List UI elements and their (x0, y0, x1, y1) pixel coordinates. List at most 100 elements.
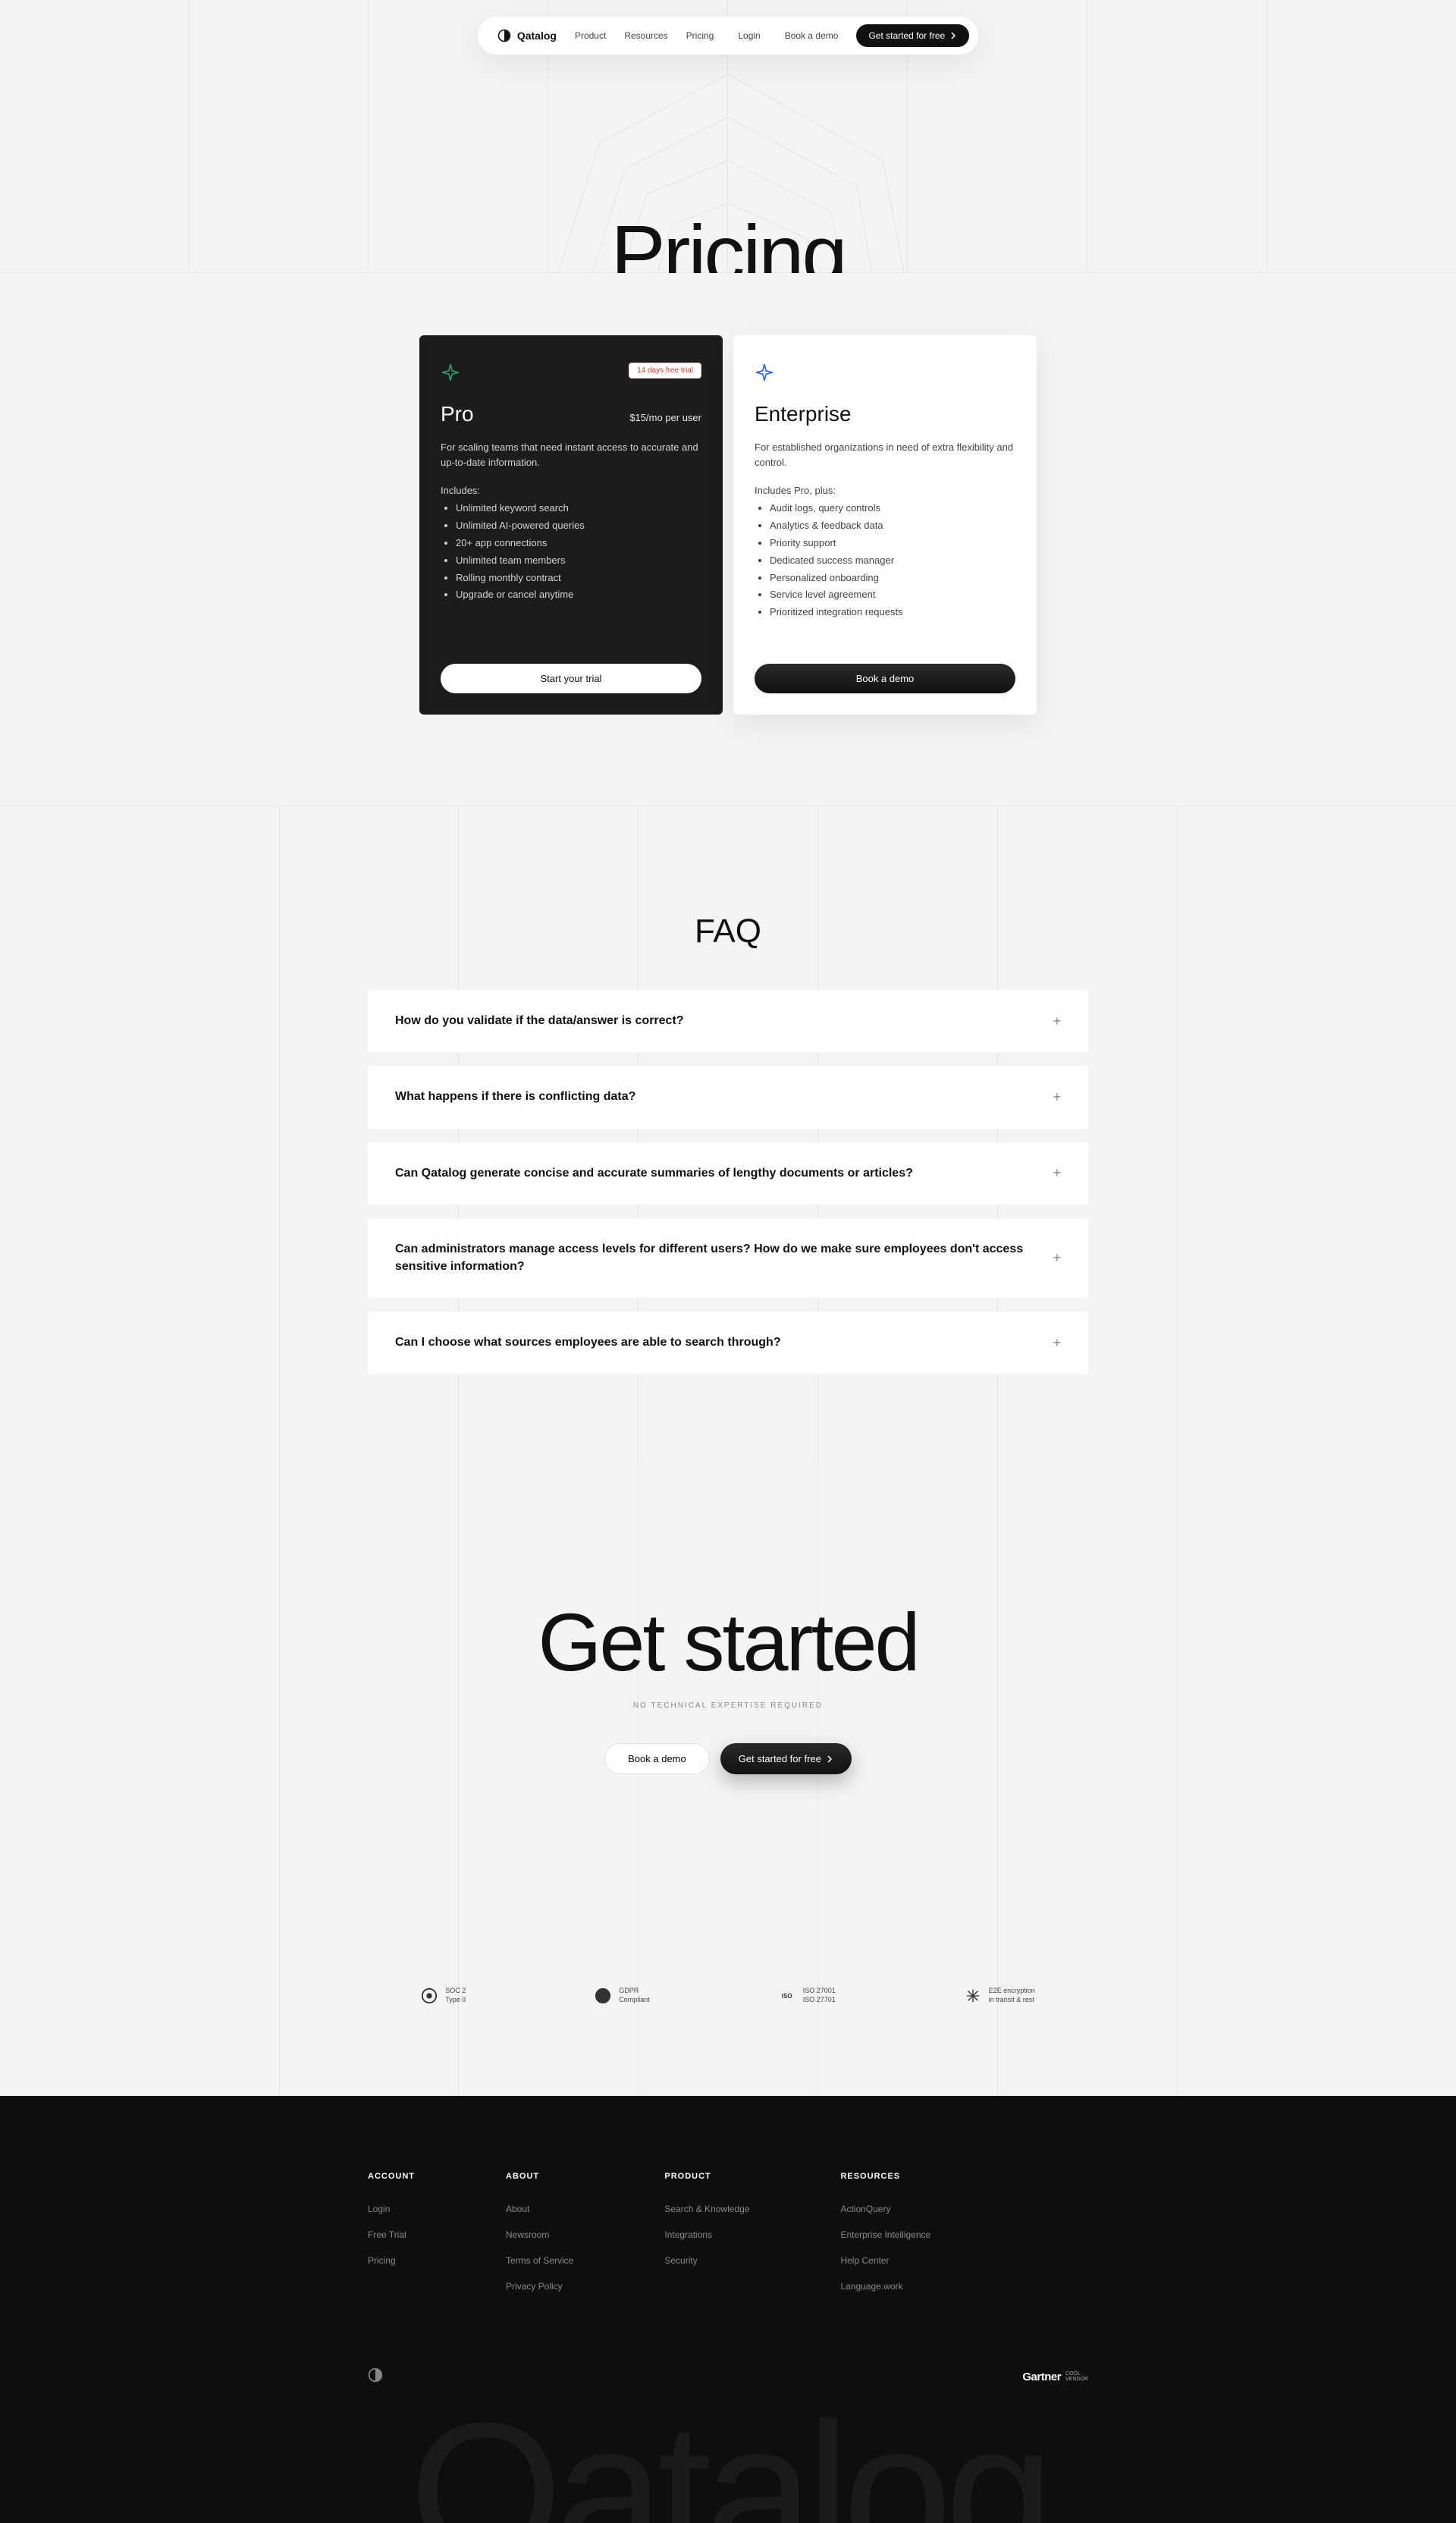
sparkle-icon (441, 363, 460, 382)
nav-get-started-button[interactable]: Get started for free (856, 24, 969, 47)
footer-link[interactable]: Newsroom (506, 2229, 573, 2240)
gartner-sub: COOL (1065, 2371, 1088, 2377)
plus-icon: + (1053, 1013, 1061, 1029)
site-footer: ACCOUNT Login Free Trial Pricing ABOUT A… (0, 2096, 1456, 2523)
compliance-label: GDPR (619, 1987, 650, 1996)
compliance-label: Compliant (619, 1996, 650, 2005)
nav-product[interactable]: Product (575, 30, 606, 41)
compliance-iso: ISO ISO 27001ISO 27701 (779, 1987, 836, 2004)
footer-link[interactable]: Privacy Policy (506, 2281, 573, 2292)
book-demo-button[interactable]: Book a demo (755, 664, 1015, 693)
compliance-gdpr: GDPRCompliant (595, 1987, 650, 2004)
feature-item: Dedicated success manager (770, 555, 1015, 567)
footer-col-title: ABOUT (506, 2172, 573, 2181)
footer-col-account: ACCOUNT Login Free Trial Pricing (368, 2172, 415, 2307)
nav-book-demo[interactable]: Book a demo (785, 30, 839, 41)
get-started-title: Get started (0, 1601, 1456, 1683)
feature-item: Service level agreement (770, 589, 1015, 602)
footer-col-product: PRODUCT Search & Knowledge Integrations … (664, 2172, 749, 2307)
compliance-label: ISO 27701 (803, 1996, 836, 2005)
faq-question: Can administrators manage access levels … (395, 1241, 1030, 1275)
compliance-label: in transit & rest (989, 1996, 1035, 2005)
footer-link[interactable]: Search & Knowledge (664, 2204, 749, 2214)
gartner-name: Gartner (1022, 2371, 1061, 2383)
plus-icon: + (1053, 1335, 1061, 1351)
footer-link[interactable]: Integrations (664, 2229, 749, 2240)
compliance-label: Type II (445, 1996, 466, 2005)
brand-name: Qatalog (517, 30, 557, 42)
chevron-right-icon (826, 1755, 833, 1763)
footer-link[interactable]: Help Center (840, 2255, 930, 2266)
faq-item[interactable]: How do you validate if the data/answer i… (368, 990, 1088, 1052)
faq-question: How do you validate if the data/answer i… (395, 1013, 684, 1029)
feature-item: 20+ app connections (456, 537, 701, 550)
plan-name-enterprise: Enterprise (755, 402, 852, 426)
footer-link[interactable]: Security (664, 2255, 749, 2266)
footer-link[interactable]: Enterprise Intelligence (840, 2229, 930, 2240)
footer-link[interactable]: Terms of Service (506, 2255, 573, 2266)
plan-card-pro: 14 days free trial Pro $15/mo per user F… (419, 335, 723, 715)
plan-price-pro: $15/mo per user (629, 412, 701, 423)
nav-resources[interactable]: Resources (624, 30, 667, 41)
feature-item: Unlimited AI-powered queries (456, 520, 701, 533)
footer-link[interactable]: Pricing (368, 2255, 415, 2266)
start-trial-button[interactable]: Start your trial (441, 664, 701, 693)
includes-label-enterprise: Includes Pro, plus: (755, 485, 1015, 496)
faq-title: FAQ (0, 913, 1456, 950)
plus-icon: + (1053, 1165, 1061, 1181)
footer-link[interactable]: ActionQuery (840, 2204, 930, 2214)
feature-item: Priority support (770, 537, 1015, 550)
gartner-badge: Gartner COOL VENDOR (1022, 2371, 1088, 2383)
plan-desc-enterprise: For established organizations in need of… (755, 440, 1015, 470)
faq-question: Can I choose what sources employees are … (395, 1334, 781, 1351)
compliance-encryption: E2E encryptionin transit & rest (965, 1987, 1035, 2004)
feature-item: Rolling monthly contract (456, 572, 701, 585)
gartner-sub: VENDOR (1065, 2377, 1088, 2382)
plan-features-pro: Unlimited keyword search Unlimited AI-po… (441, 502, 701, 606)
gs-book-demo-button[interactable]: Book a demo (604, 1743, 710, 1774)
iso-icon: ISO (779, 1987, 795, 2004)
footer-link[interactable]: Language.work (840, 2281, 930, 2292)
gs-cta-label: Get started for free (739, 1753, 821, 1764)
footer-link[interactable]: About (506, 2204, 573, 2214)
plan-features-enterprise: Audit logs, query controls Analytics & f… (755, 502, 1015, 624)
compliance-label: ISO 27001 (803, 1987, 836, 1996)
feature-item: Audit logs, query controls (770, 502, 1015, 515)
gs-get-started-button[interactable]: Get started for free (720, 1743, 852, 1774)
feature-item: Analytics & feedback data (770, 520, 1015, 533)
get-started-subtitle: NO TECHNICAL EXPERTISE REQUIRED (0, 1701, 1456, 1710)
plan-card-enterprise: Enterprise For established organizations… (733, 335, 1037, 715)
plan-name-pro: Pro (441, 402, 474, 426)
encryption-icon (965, 1987, 981, 2004)
footer-link[interactable]: Free Trial (368, 2229, 415, 2240)
footer-col-title: ACCOUNT (368, 2172, 415, 2181)
footer-bg-text: Qatalog (410, 2380, 1047, 2523)
trial-badge: 14 days free trial (629, 363, 701, 379)
footer-col-resources: RESOURCES ActionQuery Enterprise Intelli… (840, 2172, 930, 2307)
feature-item: Unlimited keyword search (456, 502, 701, 515)
footer-logo[interactable] (368, 2367, 383, 2386)
nav-pricing[interactable]: Pricing (686, 30, 714, 41)
feature-item: Unlimited team members (456, 555, 701, 567)
faq-item[interactable]: Can Qatalog generate concise and accurat… (368, 1142, 1088, 1205)
main-nav: Qatalog Product Resources Pricing Login … (478, 17, 978, 55)
feature-item: Prioritized integration requests (770, 606, 1015, 619)
faq-item[interactable]: Can I choose what sources employees are … (368, 1312, 1088, 1374)
nav-cta-label: Get started for free (868, 30, 945, 41)
faq-question: What happens if there is conflicting dat… (395, 1089, 635, 1105)
plus-icon: + (1053, 1250, 1061, 1266)
plan-desc-pro: For scaling teams that need instant acce… (441, 440, 701, 470)
faq-item[interactable]: Can administrators manage access levels … (368, 1218, 1088, 1298)
compliance-label: E2E encryption (989, 1987, 1035, 1996)
footer-col-about: ABOUT About Newsroom Terms of Service Pr… (506, 2172, 573, 2307)
faq-item[interactable]: What happens if there is conflicting dat… (368, 1066, 1088, 1128)
soc2-icon (421, 1987, 438, 2004)
compliance-label: SOC 2 (445, 1987, 466, 1996)
brand-logo[interactable]: Qatalog (497, 29, 557, 42)
sparkle-icon (755, 363, 774, 382)
feature-item: Personalized onboarding (770, 572, 1015, 585)
chevron-right-icon (949, 32, 957, 39)
nav-login[interactable]: Login (738, 30, 760, 41)
footer-link[interactable]: Login (368, 2204, 415, 2214)
page-title: Pricing (0, 55, 1456, 273)
